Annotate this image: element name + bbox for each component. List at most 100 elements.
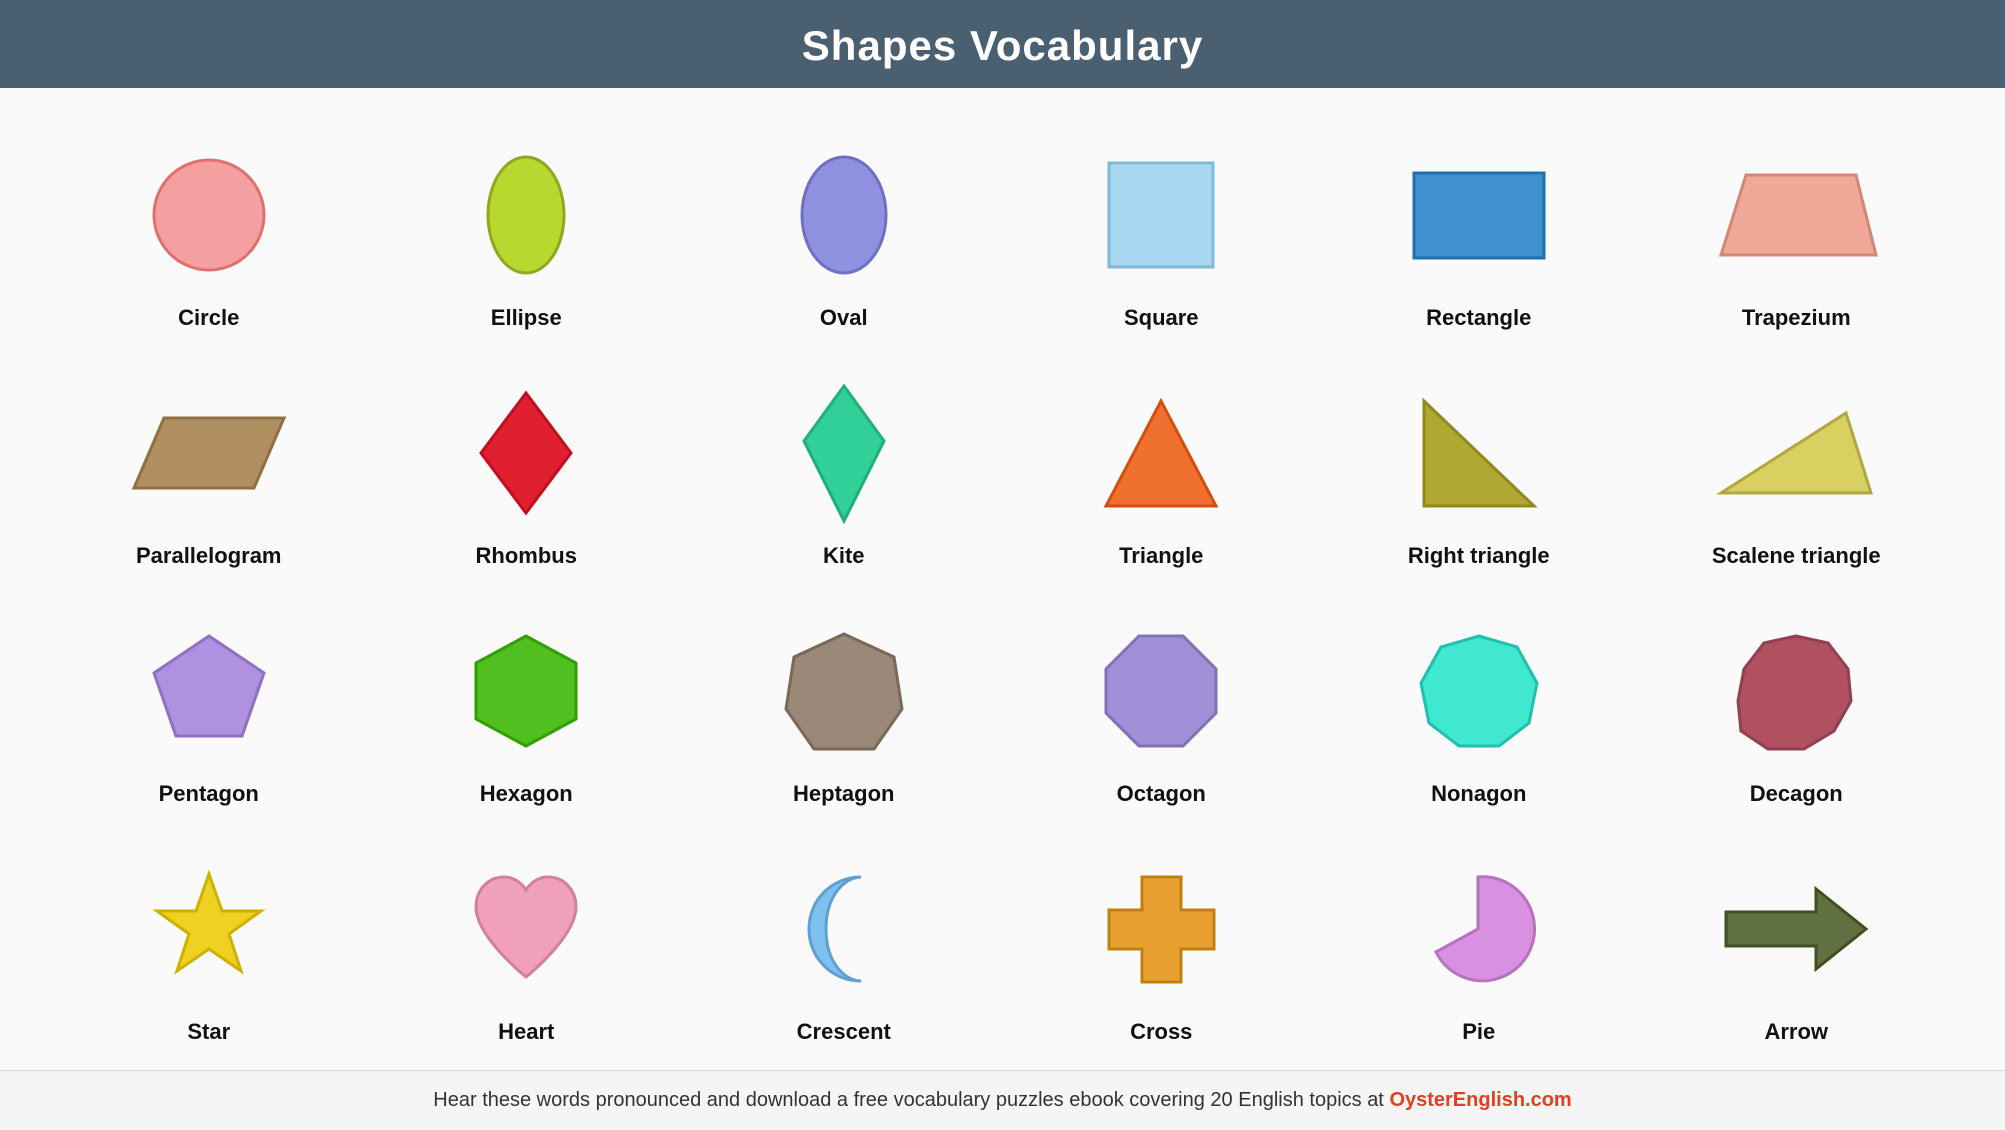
- star-label: Star: [187, 1019, 230, 1045]
- pentagon-label: Pentagon: [159, 781, 259, 807]
- trapezium-icon: [1716, 170, 1876, 260]
- ellipse-icon: [481, 150, 571, 280]
- shape-visual-parallelogram: [65, 373, 353, 533]
- footer-brand[interactable]: OysterEnglish.com: [1389, 1089, 1571, 1111]
- shape-item-oval: Oval: [695, 118, 993, 346]
- shape-visual-trapezium: [1653, 135, 1941, 295]
- content: Circle Ellipse Oval: [0, 88, 2005, 1070]
- shape-visual-heptagon: [700, 611, 988, 771]
- shape-visual-arrow: [1653, 849, 1941, 1009]
- header: Shapes Vocabulary: [0, 0, 2005, 88]
- nonagon-label: Nonagon: [1431, 781, 1526, 807]
- decagon-label: Decagon: [1750, 781, 1843, 807]
- shape-visual-oval: [700, 135, 988, 295]
- shape-item-arrow: Arrow: [1648, 832, 1946, 1060]
- shape-item-cross: Cross: [1013, 832, 1311, 1060]
- shape-item-pie: Pie: [1330, 832, 1628, 1060]
- shape-visual-pie: [1335, 849, 1623, 1009]
- kite-label: Kite: [823, 543, 865, 569]
- crescent-icon: [791, 869, 896, 989]
- circle-icon: [149, 155, 269, 275]
- decagon-icon: [1736, 631, 1856, 751]
- hexagon-label: Hexagon: [480, 781, 573, 807]
- shape-visual-triangle: [1018, 373, 1306, 533]
- circle-label: Circle: [178, 305, 239, 331]
- shape-item-trapezium: Trapezium: [1648, 118, 1946, 346]
- shape-item-heart: Heart: [378, 832, 676, 1060]
- heptagon-icon: [784, 629, 904, 754]
- arrow-label: Arrow: [1764, 1019, 1828, 1045]
- rectangle-label: Rectangle: [1426, 305, 1531, 331]
- page: Shapes Vocabulary Circle Elli: [0, 0, 2005, 1130]
- pie-icon: [1421, 872, 1536, 987]
- square-icon: [1101, 155, 1221, 275]
- shape-item-octagon: Octagon: [1013, 594, 1311, 822]
- rhombus-icon: [476, 388, 576, 518]
- shape-visual-rectangle: [1335, 135, 1623, 295]
- kite-icon: [799, 381, 889, 526]
- shape-visual-pentagon: [65, 611, 353, 771]
- oval-icon: [794, 150, 894, 280]
- shape-item-kite: Kite: [695, 356, 993, 584]
- shape-visual-ellipse: [383, 135, 671, 295]
- parallelogram-icon: [129, 413, 289, 493]
- shape-item-rhombus: Rhombus: [378, 356, 676, 584]
- octagon-icon: [1101, 631, 1221, 751]
- octagon-label: Octagon: [1117, 781, 1206, 807]
- shape-item-pentagon: Pentagon: [60, 594, 358, 822]
- shape-visual-hexagon: [383, 611, 671, 771]
- shape-item-nonagon: Nonagon: [1330, 594, 1628, 822]
- triangle-icon: [1101, 396, 1221, 511]
- square-label: Square: [1124, 305, 1199, 331]
- heptagon-label: Heptagon: [793, 781, 894, 807]
- triangle-label: Triangle: [1119, 543, 1203, 569]
- shape-visual-kite: [700, 373, 988, 533]
- heart-label: Heart: [498, 1019, 554, 1045]
- shape-visual-circle: [65, 135, 353, 295]
- page-title: Shapes Vocabulary: [0, 22, 2005, 70]
- trapezium-label: Trapezium: [1742, 305, 1851, 331]
- oval-label: Oval: [820, 305, 868, 331]
- scalene-triangle-label: Scalene triangle: [1712, 543, 1881, 569]
- cross-label: Cross: [1130, 1019, 1192, 1045]
- shape-item-rectangle: Rectangle: [1330, 118, 1628, 346]
- shape-item-triangle: Triangle: [1013, 356, 1311, 584]
- rhombus-label: Rhombus: [476, 543, 577, 569]
- pie-label: Pie: [1462, 1019, 1495, 1045]
- pentagon-icon: [149, 631, 269, 751]
- shape-item-circle: Circle: [60, 118, 358, 346]
- shape-item-decagon: Decagon: [1648, 594, 1946, 822]
- shape-visual-octagon: [1018, 611, 1306, 771]
- shape-visual-rhombus: [383, 373, 671, 533]
- star-icon: [149, 869, 269, 989]
- right-triangle-label: Right triangle: [1408, 543, 1550, 569]
- shape-item-square: Square: [1013, 118, 1311, 346]
- shape-item-crescent: Crescent: [695, 832, 993, 1060]
- arrow-icon: [1721, 884, 1871, 974]
- shape-item-star: Star: [60, 832, 358, 1060]
- shape-item-ellipse: Ellipse: [378, 118, 676, 346]
- shapes-grid: Circle Ellipse Oval: [60, 118, 1945, 1060]
- shape-visual-nonagon: [1335, 611, 1623, 771]
- cross-icon: [1104, 872, 1219, 987]
- shape-item-right-triangle: Right triangle: [1330, 356, 1628, 584]
- shape-visual-heart: [383, 849, 671, 1009]
- shape-visual-decagon: [1653, 611, 1941, 771]
- shape-item-heptagon: Heptagon: [695, 594, 993, 822]
- shape-item-hexagon: Hexagon: [378, 594, 676, 822]
- footer: Hear these words pronounced and download…: [0, 1070, 2005, 1130]
- crescent-label: Crescent: [797, 1019, 891, 1045]
- shape-visual-cross: [1018, 849, 1306, 1009]
- shape-item-parallelogram: Parallelogram: [60, 356, 358, 584]
- heart-icon: [466, 872, 586, 987]
- footer-text: Hear these words pronounced and download…: [433, 1089, 1389, 1111]
- right-triangle-icon: [1419, 396, 1539, 511]
- shape-visual-star: [65, 849, 353, 1009]
- shape-visual-scalene-triangle: [1653, 373, 1941, 533]
- nonagon-icon: [1419, 631, 1539, 751]
- rectangle-icon: [1409, 168, 1549, 263]
- shape-item-scalene-triangle: Scalene triangle: [1648, 356, 1946, 584]
- hexagon-icon: [466, 631, 586, 751]
- ellipse-label: Ellipse: [491, 305, 562, 331]
- shape-visual-right-triangle: [1335, 373, 1623, 533]
